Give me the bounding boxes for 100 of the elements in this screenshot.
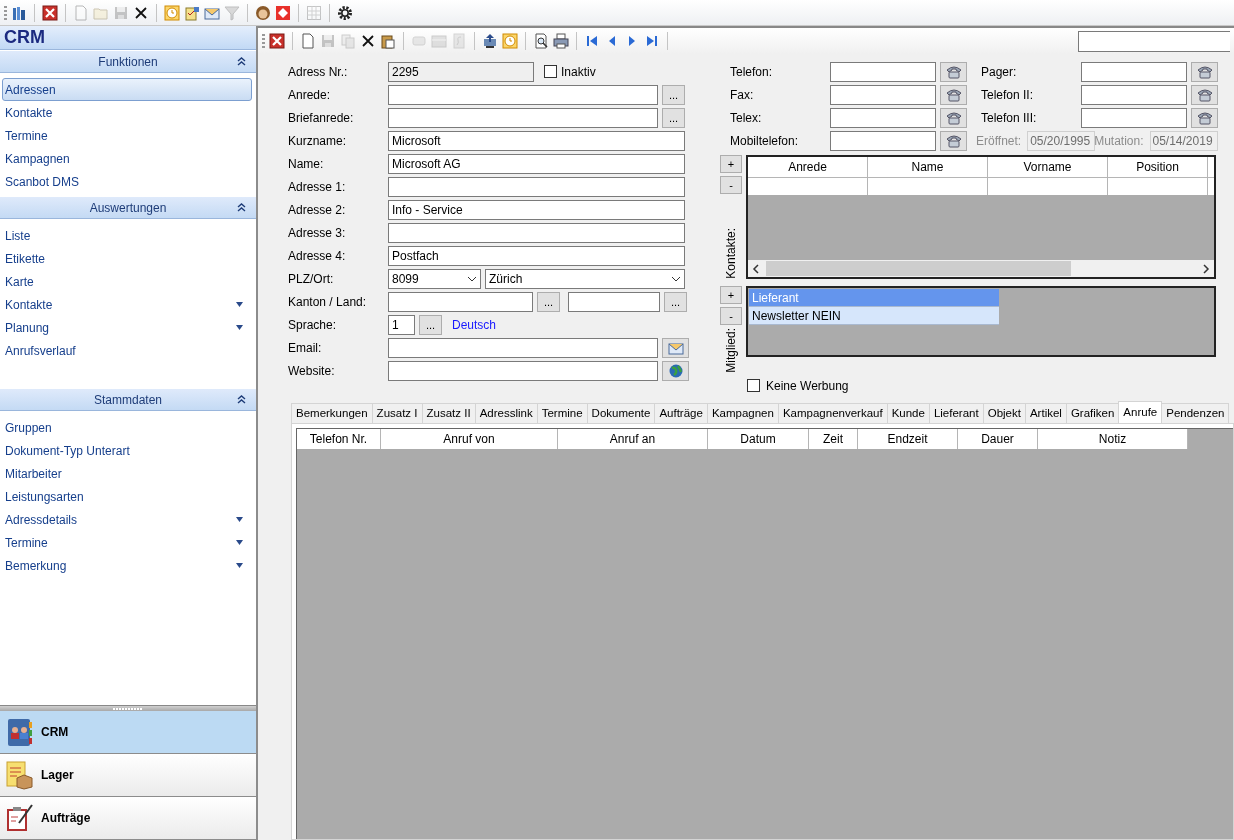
books-icon[interactable] (11, 4, 27, 21)
language-link[interactable]: Deutsch (452, 317, 497, 332)
email-field[interactable] (388, 337, 658, 358)
nav-item[interactable]: Anrufsverlauf (2, 339, 252, 362)
phone-field[interactable] (1081, 84, 1187, 105)
open-website-button[interactable] (662, 360, 689, 381)
nav-item[interactable]: Kontakte (2, 101, 252, 124)
browse-button[interactable]: ... (419, 314, 442, 335)
dropdown[interactable]: 8099 (388, 268, 481, 289)
upload-icon[interactable] (482, 33, 498, 49)
text-field[interactable]: 1 (388, 314, 415, 335)
nav-item[interactable]: Etikette (2, 247, 252, 270)
section-header[interactable]: Funktionen (0, 50, 256, 73)
scroll-right-icon[interactable] (1202, 263, 1210, 274)
phone-field[interactable] (1081, 107, 1187, 128)
nav-item[interactable]: Adressen (2, 78, 252, 101)
text-field[interactable] (388, 176, 685, 197)
checkbox[interactable] (747, 379, 760, 393)
column-header[interactable]: Zeit (809, 428, 858, 449)
collapse-icon[interactable] (237, 395, 246, 404)
nav-item[interactable]: Leistungsarten (2, 485, 252, 508)
caret-icon[interactable] (236, 540, 243, 545)
add-button[interactable]: + (720, 155, 742, 173)
dial-button[interactable] (940, 61, 967, 82)
nav-item[interactable]: Kampagnen (2, 147, 252, 170)
note-icon[interactable] (184, 4, 200, 21)
dial-button[interactable] (1191, 61, 1218, 82)
nav-item[interactable]: Gruppen (2, 416, 252, 439)
dropdown[interactable]: Zürich (485, 268, 685, 289)
column-header[interactable]: Anruf von (381, 428, 558, 449)
phone-field[interactable] (830, 107, 936, 128)
list-item[interactable]: Newsletter NEIN (749, 307, 999, 325)
nav-item[interactable]: Karte (2, 270, 252, 293)
checkbox[interactable] (544, 65, 557, 78)
close-icon[interactable] (269, 33, 285, 49)
text-field[interactable]: Microsoft AG (388, 153, 685, 174)
print-icon[interactable] (553, 33, 569, 49)
text-field[interactable] (568, 291, 660, 312)
phone-field[interactable] (830, 61, 936, 82)
nav-item[interactable]: Termine (2, 531, 252, 554)
first-icon[interactable] (584, 33, 600, 49)
delete-icon[interactable] (360, 33, 376, 49)
last-icon[interactable] (644, 33, 660, 49)
section-header[interactable]: Stammdaten (0, 388, 256, 411)
chevron-down-icon[interactable] (467, 275, 477, 282)
tab[interactable]: Bemerkungen (291, 402, 373, 423)
nav-item[interactable]: Adressdetails (2, 508, 252, 531)
module-button[interactable]: CRM (0, 711, 256, 754)
text-field[interactable] (388, 291, 533, 312)
dial-button[interactable] (1191, 84, 1218, 105)
scroll-left-icon[interactable] (752, 263, 760, 274)
column-header[interactable]: Notiz (1038, 428, 1188, 449)
chevron-down-icon[interactable] (671, 275, 681, 282)
phone-field[interactable] (1081, 61, 1187, 82)
send-email-button[interactable] (662, 337, 689, 358)
new-document-icon[interactable] (300, 33, 316, 49)
delete-icon[interactable] (133, 4, 149, 21)
column-header[interactable]: Dauer (958, 428, 1038, 449)
nav-item[interactable]: Liste (2, 224, 252, 247)
nav-item[interactable]: Planung (2, 316, 252, 339)
column-header[interactable]: Anruf an (558, 428, 708, 449)
nav-item[interactable]: Mitarbeiter (2, 462, 252, 485)
diamond-icon[interactable] (275, 4, 291, 21)
text-field[interactable] (388, 222, 685, 243)
phone-field[interactable] (830, 130, 936, 151)
paste-icon[interactable] (380, 33, 396, 49)
nav-item[interactable]: Bemerkung (2, 554, 252, 577)
dial-button[interactable] (940, 107, 967, 128)
preview-icon[interactable] (533, 33, 549, 49)
remove-button[interactable]: - (720, 176, 742, 194)
collapse-icon[interactable] (237, 57, 246, 66)
remove-button[interactable]: - (720, 307, 742, 325)
section-header[interactable]: Auswertungen (0, 196, 256, 219)
text-field[interactable]: Postfach (388, 245, 685, 266)
dial-button[interactable] (940, 130, 967, 151)
add-button[interactable]: + (720, 286, 742, 304)
browse-button[interactable]: ... (537, 291, 560, 312)
tab[interactable]: Anrufe (1118, 400, 1163, 423)
column-header[interactable]: Telefon Nr. (297, 428, 381, 449)
caret-icon[interactable] (236, 563, 243, 568)
settings-icon[interactable] (337, 4, 353, 21)
text-field[interactable] (388, 107, 658, 128)
nav-item[interactable]: Kontakte (2, 293, 252, 316)
search-field[interactable] (1078, 30, 1230, 52)
text-field[interactable]: Info - Service (388, 199, 685, 220)
number-field[interactable]: 2295 (388, 61, 534, 82)
scrollbar[interactable] (748, 260, 1214, 277)
text-field[interactable]: Microsoft (388, 130, 685, 151)
caret-icon[interactable] (236, 302, 243, 307)
browse-button[interactable]: ... (662, 84, 685, 105)
nav-item[interactable]: Dokument-Typ Unterart (2, 439, 252, 462)
tab[interactable]: Pendenzen (1161, 402, 1230, 423)
collapse-icon[interactable] (237, 203, 246, 212)
column-header[interactable]: Datum (708, 428, 809, 449)
close-icon[interactable] (42, 4, 58, 21)
browse-button[interactable]: ... (662, 107, 685, 128)
text-field[interactable] (388, 84, 658, 105)
caret-icon[interactable] (236, 517, 243, 522)
nav-item[interactable]: Termine (2, 124, 252, 147)
dial-button[interactable] (940, 84, 967, 105)
